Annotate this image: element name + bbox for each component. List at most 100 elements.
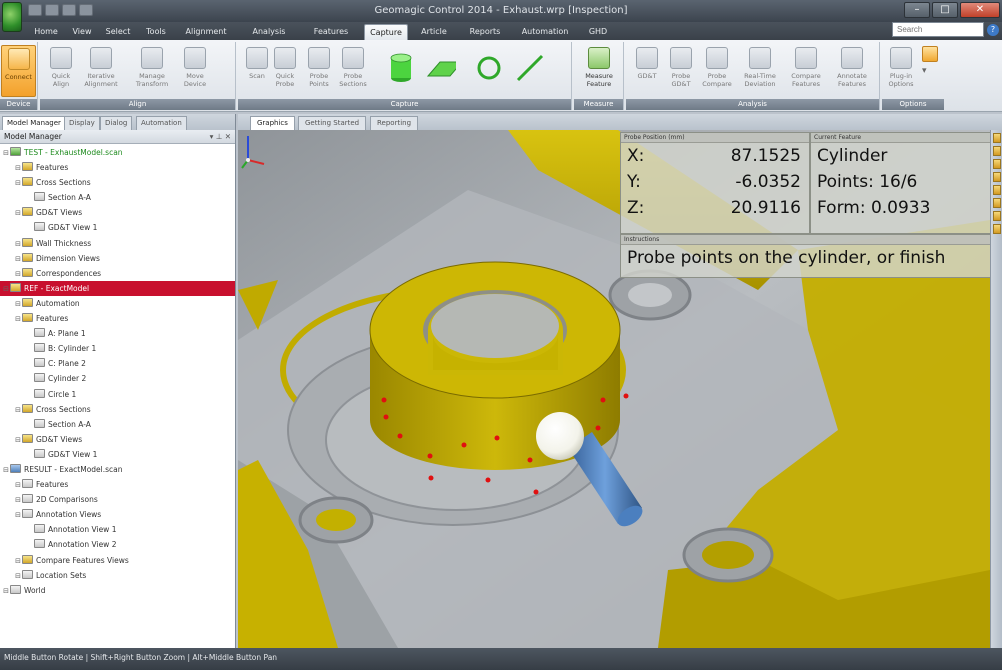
manage-transform-button[interactable]: Manage Transform [132,45,172,97]
tab-view[interactable]: View [66,24,98,40]
expand-toggle-icon[interactable]: ⊟ [14,508,22,523]
measure-feature-button[interactable]: Measure Feature [580,45,618,97]
expand-toggle-icon[interactable]: ⊟ [14,569,22,584]
options-settings-icon[interactable] [922,46,938,62]
plugin-options-button[interactable]: Plug-in Options [884,45,918,97]
tree-item[interactable]: Section A-A [0,190,235,205]
tree-item[interactable]: Cylinder 2 [0,371,235,386]
expand-toggle-icon[interactable]: ⊟ [14,312,22,327]
view-tab-graphics[interactable]: Graphics [250,116,295,130]
tab-automation[interactable]: Automation [514,24,576,40]
expand-toggle-icon[interactable]: ⊟ [2,584,10,599]
pin-icon[interactable]: ▾ ⊥ ✕ [210,130,231,143]
maximize-button[interactable]: □ [932,2,958,18]
tree-item[interactable]: Circle 1 [0,387,235,402]
tree-item[interactable]: ⊟ REF - ExactModel [0,280,235,297]
quick-probe-button[interactable]: Quick Probe [268,45,302,97]
probe-points-button[interactable]: Probe Points [302,45,336,97]
right-toolbar-icon-8[interactable] [993,224,1001,234]
tree-item[interactable]: ⊟ Location Sets [0,568,235,583]
view-tab-reporting[interactable]: Reporting [370,116,419,130]
tree-item[interactable]: ⊟ Dimension Views [0,251,235,266]
tab-select[interactable]: Select [100,24,136,40]
probe-compare-button[interactable]: Probe Compare [700,45,734,97]
tree-item[interactable]: GD&T View 1 [0,220,235,235]
annotate-features-button[interactable]: Annotate Features [832,45,872,97]
expand-toggle-icon[interactable]: ⊟ [14,478,22,493]
tree-item[interactable]: ⊟ Compare Features Views [0,553,235,568]
tree-item[interactable]: ⊟ GD&T Views [0,205,235,220]
expand-toggle-icon[interactable]: ⊟ [14,252,22,267]
tree-item[interactable]: ⊟ Cross Sections [0,175,235,190]
gdt-button[interactable]: GD&T [630,45,664,97]
expand-toggle-icon[interactable]: ⊟ [14,554,22,569]
tree-item[interactable]: GD&T View 1 [0,447,235,462]
expand-toggle-icon[interactable]: ⊟ [14,237,22,252]
panel-tab-model-manager[interactable]: Model Manager [2,116,66,130]
view-tab-getting-started[interactable]: Getting Started [298,116,367,130]
tree-item[interactable]: ⊟ Annotation Views [0,507,235,522]
right-toolbar-icon-4[interactable] [993,172,1001,182]
iterative-alignment-button[interactable]: Iterative Alignment [84,45,118,97]
expand-toggle-icon[interactable]: ⊟ [14,493,22,508]
close-button[interactable]: ✕ [960,2,1000,18]
panel-tab-automation[interactable]: Automation [136,116,187,130]
tree-item[interactable]: ⊟ Cross Sections [0,402,235,417]
right-toolbar-icon-3[interactable] [993,159,1001,169]
quick-align-button[interactable]: Quick Align [44,45,78,97]
compare-features-button[interactable]: Compare Features [786,45,826,97]
circle-feature-icon[interactable] [474,52,504,84]
tab-home[interactable]: Home [28,24,64,40]
line-feature-icon[interactable] [514,52,544,84]
tree-item[interactable]: ⊟ RESULT - ExactModel.scan [0,462,235,477]
tab-alignment[interactable]: Alignment [176,24,236,40]
connect-button[interactable]: Connect [1,45,36,97]
tab-ghd[interactable]: GHD [580,24,616,40]
tree-item[interactable]: ⊟ Features [0,160,235,175]
tree-item[interactable]: B: Cylinder 1 [0,341,235,356]
tab-capture[interactable]: Capture [364,24,408,40]
right-toolbar-icon-7[interactable] [993,211,1001,221]
search-input[interactable] [892,22,984,37]
tree-item[interactable]: Section A-A [0,417,235,432]
expand-toggle-icon[interactable]: ⊟ [14,297,22,312]
tree-item[interactable]: ⊟ TEST - ExhaustModel.scan [0,145,235,160]
tree-item[interactable]: ⊟ 2D Comparisons [0,492,235,507]
expand-toggle-icon[interactable]: ⊟ [14,206,22,221]
expand-toggle-icon[interactable]: ⊟ [14,176,22,191]
tree-item[interactable]: C: Plane 2 [0,356,235,371]
expand-toggle-icon[interactable]: ⊟ [14,161,22,176]
tab-features[interactable]: Features [302,24,360,40]
plane-feature-icon[interactable] [426,52,456,84]
tree-item[interactable]: ⊟ Automation [0,296,235,311]
expand-toggle-icon[interactable]: ⊟ [14,267,22,282]
tab-tools[interactable]: Tools [138,24,174,40]
real-time-deviation-button[interactable]: Real-Time Deviation [740,45,780,97]
right-toolbar-icon-5[interactable] [993,185,1001,195]
tab-analysis[interactable]: Analysis [240,24,298,40]
expand-toggle-icon[interactable]: ⊟ [14,433,22,448]
expand-toggle-icon[interactable]: ⊟ [14,403,22,418]
tab-article[interactable]: Article [412,24,456,40]
panel-tab-display[interactable]: Display [64,116,100,130]
expand-toggle-icon[interactable]: ⊟ [2,146,10,161]
expand-toggle-icon[interactable]: ⊟ [2,463,10,478]
tree-item[interactable]: ⊟ Wall Thickness [0,236,235,251]
minimize-button[interactable]: – [904,2,930,18]
tree-item[interactable]: A: Plane 1 [0,326,235,341]
tree-item[interactable]: ⊟ Correspondences [0,266,235,281]
right-toolbar-icon-1[interactable] [993,133,1001,143]
tree-item[interactable]: Annotation View 2 [0,537,235,552]
move-device-button[interactable]: Move Device [178,45,212,97]
tab-reports[interactable]: Reports [460,24,510,40]
expand-toggle-icon[interactable]: ⊟ [2,282,10,297]
tree-item[interactable]: ⊟ World [0,583,235,598]
graphics-viewport[interactable]: Probe Position (mm) X: 87.1525 Y: -6.035… [238,130,990,648]
tree-item[interactable]: ⊟ Features [0,311,235,326]
probe-sections-button[interactable]: Probe Sections [336,45,370,97]
right-toolbar-icon-2[interactable] [993,146,1001,156]
tree-item[interactable]: ⊟ GD&T Views [0,432,235,447]
application-menu-button[interactable] [2,2,22,32]
panel-tab-dialog[interactable]: Dialog [100,116,133,130]
tree-item[interactable]: ⊟ Features [0,477,235,492]
